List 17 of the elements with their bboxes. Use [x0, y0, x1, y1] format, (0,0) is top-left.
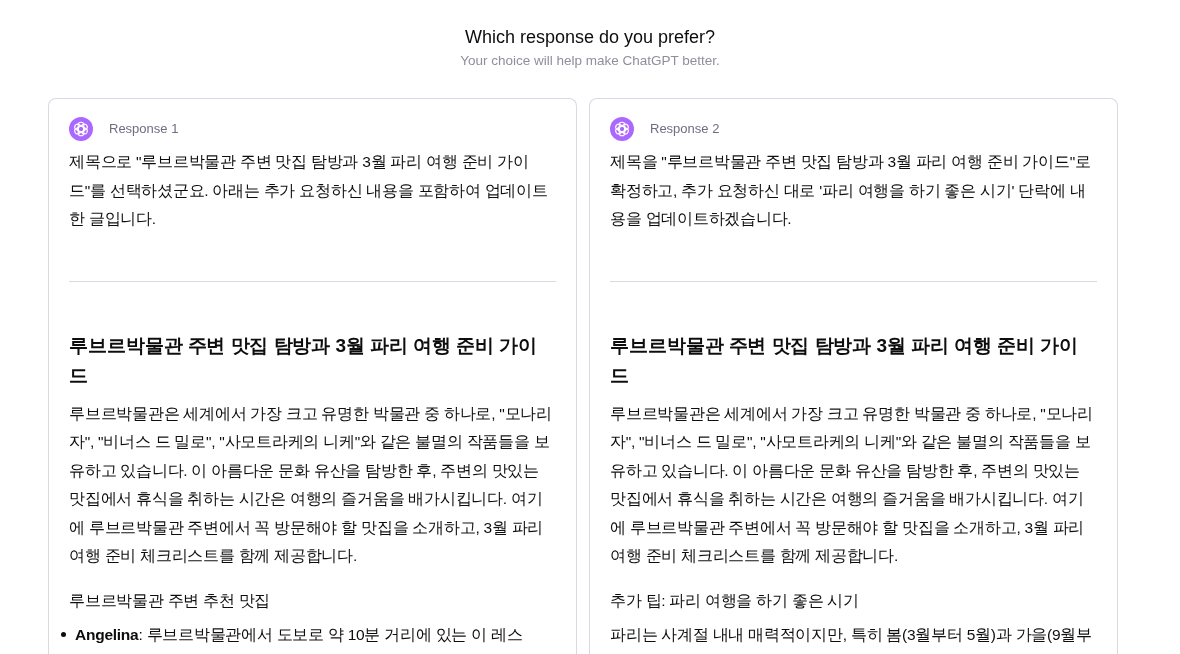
page-title: Which response do you prefer? — [463, 26, 717, 49]
avatar-icon — [69, 117, 93, 141]
bullet-icon — [61, 632, 66, 637]
response-paragraph: 파리는 사계절 내내 매력적이지만, 특히 봄(3월부터 5월)과 가을(9월부 — [610, 625, 1093, 645]
response-paragraph: 루브르박물관은 세계에서 가장 크고 유명한 박물관 중 하나로, "모나리자", "비너스 드 밀로", "사모트라케의 니케"와 같은 불멸의 작품들을 보유하고 있습니다. 이 아름다운 문화 유산을 탐방한 후, 주변의 맛있는 맛집에서 휴식을 취하는 시간은 여행의 즐거움을 배가시킵니다. 여기에 루브르박물관 주변에서 꼭 방문해야 할 맛집을 소개하고, 3월 파리 여행 준비 체크리스트를 함께 제공합니다. — [69, 403, 553, 566]
response-heading: 루브르박물관 주변 맛집 탐방과 3월 파리 여행 준비 가이드 — [69, 333, 538, 388]
response-heading: 루브르박물관 주변 맛집 탐방과 3월 파리 여행 준비 가이드 — [610, 333, 1079, 388]
section-heading: 추가 팁: 파리 여행을 하기 좋은 시기 — [610, 590, 860, 611]
response-paragraph: 루브르박물관은 세계에서 가장 크고 유명한 박물관 중 하나로, "모나리자", "비너스 드 밀로", "사모트라케의 니케"와 같은 불멸의 작품들을 보유하고 있습니다. 이 아름다운 문화 유산을 탐방한 후, 주변의 맛있는 맛집에서 휴식을 취하는 시간은 여행의 즐거움을 배가시킵니다. 여기에 루브르박물관 주변에서 꼭 방문해야 할 맛집을 소개하고, 3월 파리 여행 준비 체크리스트를 함께 제공합니다. — [610, 403, 1094, 566]
response-paragraph: 제목으로 "루브르박물관 주변 맛집 탐방과 3월 파리 여행 준비 가이드"를 선택하셨군요. 아래는 추가 요청하신 내용을 포함하여 업데이트한 글입니다. — [69, 152, 549, 229]
response-label: Response 1 — [109, 120, 179, 138]
response-paragraph: 제목을 "루브르박물관 주변 맛집 탐방과 3월 파리 여행 준비 가이드"로 확정하고, 추가 요청하신 대로 '파리 여행을 하기 좋은 시기' 단락에 내용을 업데이트하겠습니다. — [610, 152, 1092, 229]
list-item-text: Angelina: 루브르박물관에서 도보로 약 10분 거리에 있는 이 레스 — [75, 625, 523, 645]
section-heading: 루브르박물관 주변 추천 맛집 — [69, 590, 272, 611]
response-label: Response 2 — [650, 120, 720, 138]
avatar-icon — [610, 117, 634, 141]
page-subtitle: Your choice will help make ChatGPT better. — [459, 52, 721, 70]
